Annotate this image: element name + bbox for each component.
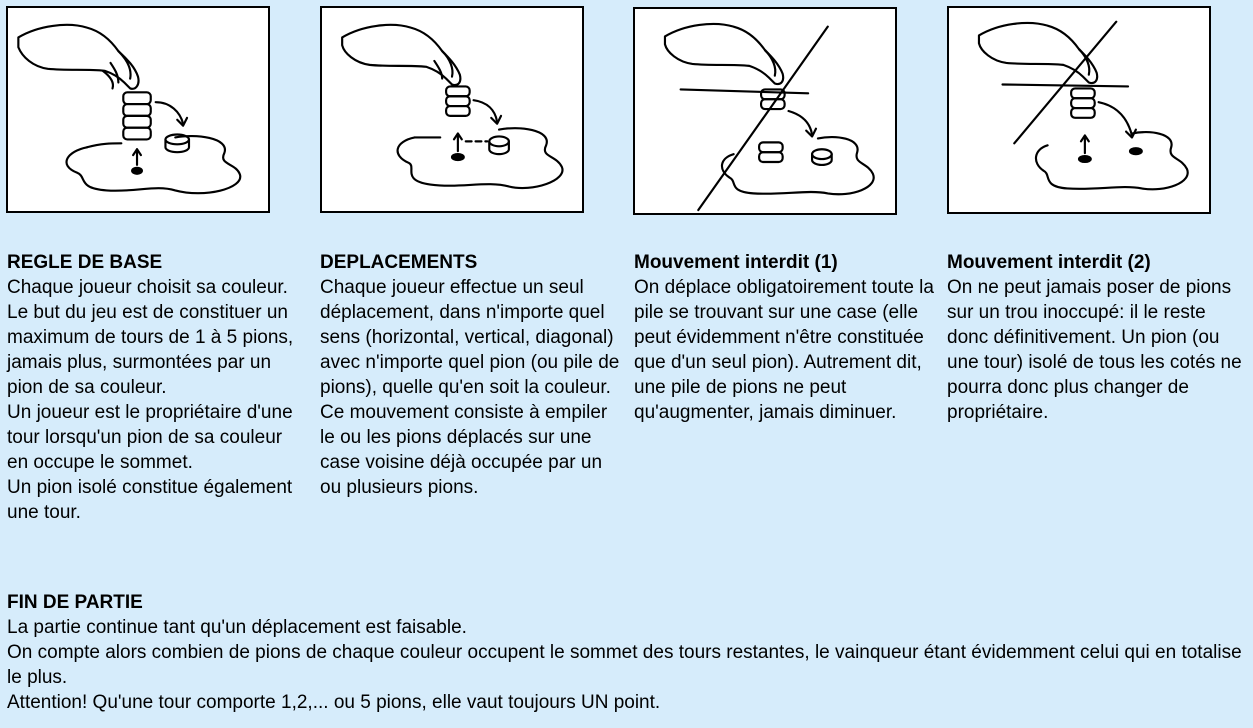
- column-forbidden-1: Mouvement interdit (1) On déplace obliga…: [634, 250, 934, 425]
- column-forbidden-2: Mouvement interdit (2) On ne peut jamais…: [947, 250, 1247, 425]
- paragraph: Chaque joueur choisit sa couleur.: [7, 277, 288, 298]
- hand-moving-stack-icon: [341, 23, 564, 190]
- illustration-forbidden-2: [947, 6, 1211, 214]
- column-title: REGLE DE BASE: [7, 252, 163, 273]
- paragraph: On ne peut jamais poser de pions sur un …: [947, 277, 1242, 423]
- illustration-forbidden-1: [633, 7, 897, 215]
- column-moves: DEPLACEMENTS Chaque joueur effectue un s…: [320, 250, 620, 500]
- column-title: Mouvement interdit (1): [634, 252, 838, 273]
- paragraph: On déplace obligatoirement toute la pile…: [634, 277, 934, 423]
- illustration-moves: [320, 6, 584, 213]
- column-base-rule: REGLE DE BASE Chaque joueur choisit sa c…: [7, 250, 307, 525]
- end-of-game-section: FIN DE PARTIE La partie continue tant qu…: [7, 590, 1247, 715]
- paragraph: Un joueur est le propriétaire d'une tour…: [7, 402, 293, 473]
- paragraph: Attention! Qu'une tour comporte 1,2,... …: [7, 692, 661, 713]
- section-title: FIN DE PARTIE: [7, 592, 143, 613]
- crossed-out-empty-hole-icon: [977, 20, 1189, 191]
- column-title: DEPLACEMENTS: [320, 252, 478, 273]
- crossed-out-partial-stack-icon: [663, 22, 875, 212]
- illustration-base-rule: [6, 6, 270, 213]
- hand-moving-stack-icon: [17, 23, 242, 195]
- column-title: Mouvement interdit (2): [947, 252, 1151, 273]
- paragraph: Le but du jeu est de constituer un maxim…: [7, 302, 294, 398]
- paragraph: On compte alors combien de pions de chaq…: [7, 642, 1242, 688]
- paragraph: La partie continue tant qu'un déplacemen…: [7, 617, 467, 638]
- paragraph: Un pion isolé constitue également une to…: [7, 477, 293, 523]
- paragraph: Chaque joueur effectue un seul déplaceme…: [320, 277, 620, 498]
